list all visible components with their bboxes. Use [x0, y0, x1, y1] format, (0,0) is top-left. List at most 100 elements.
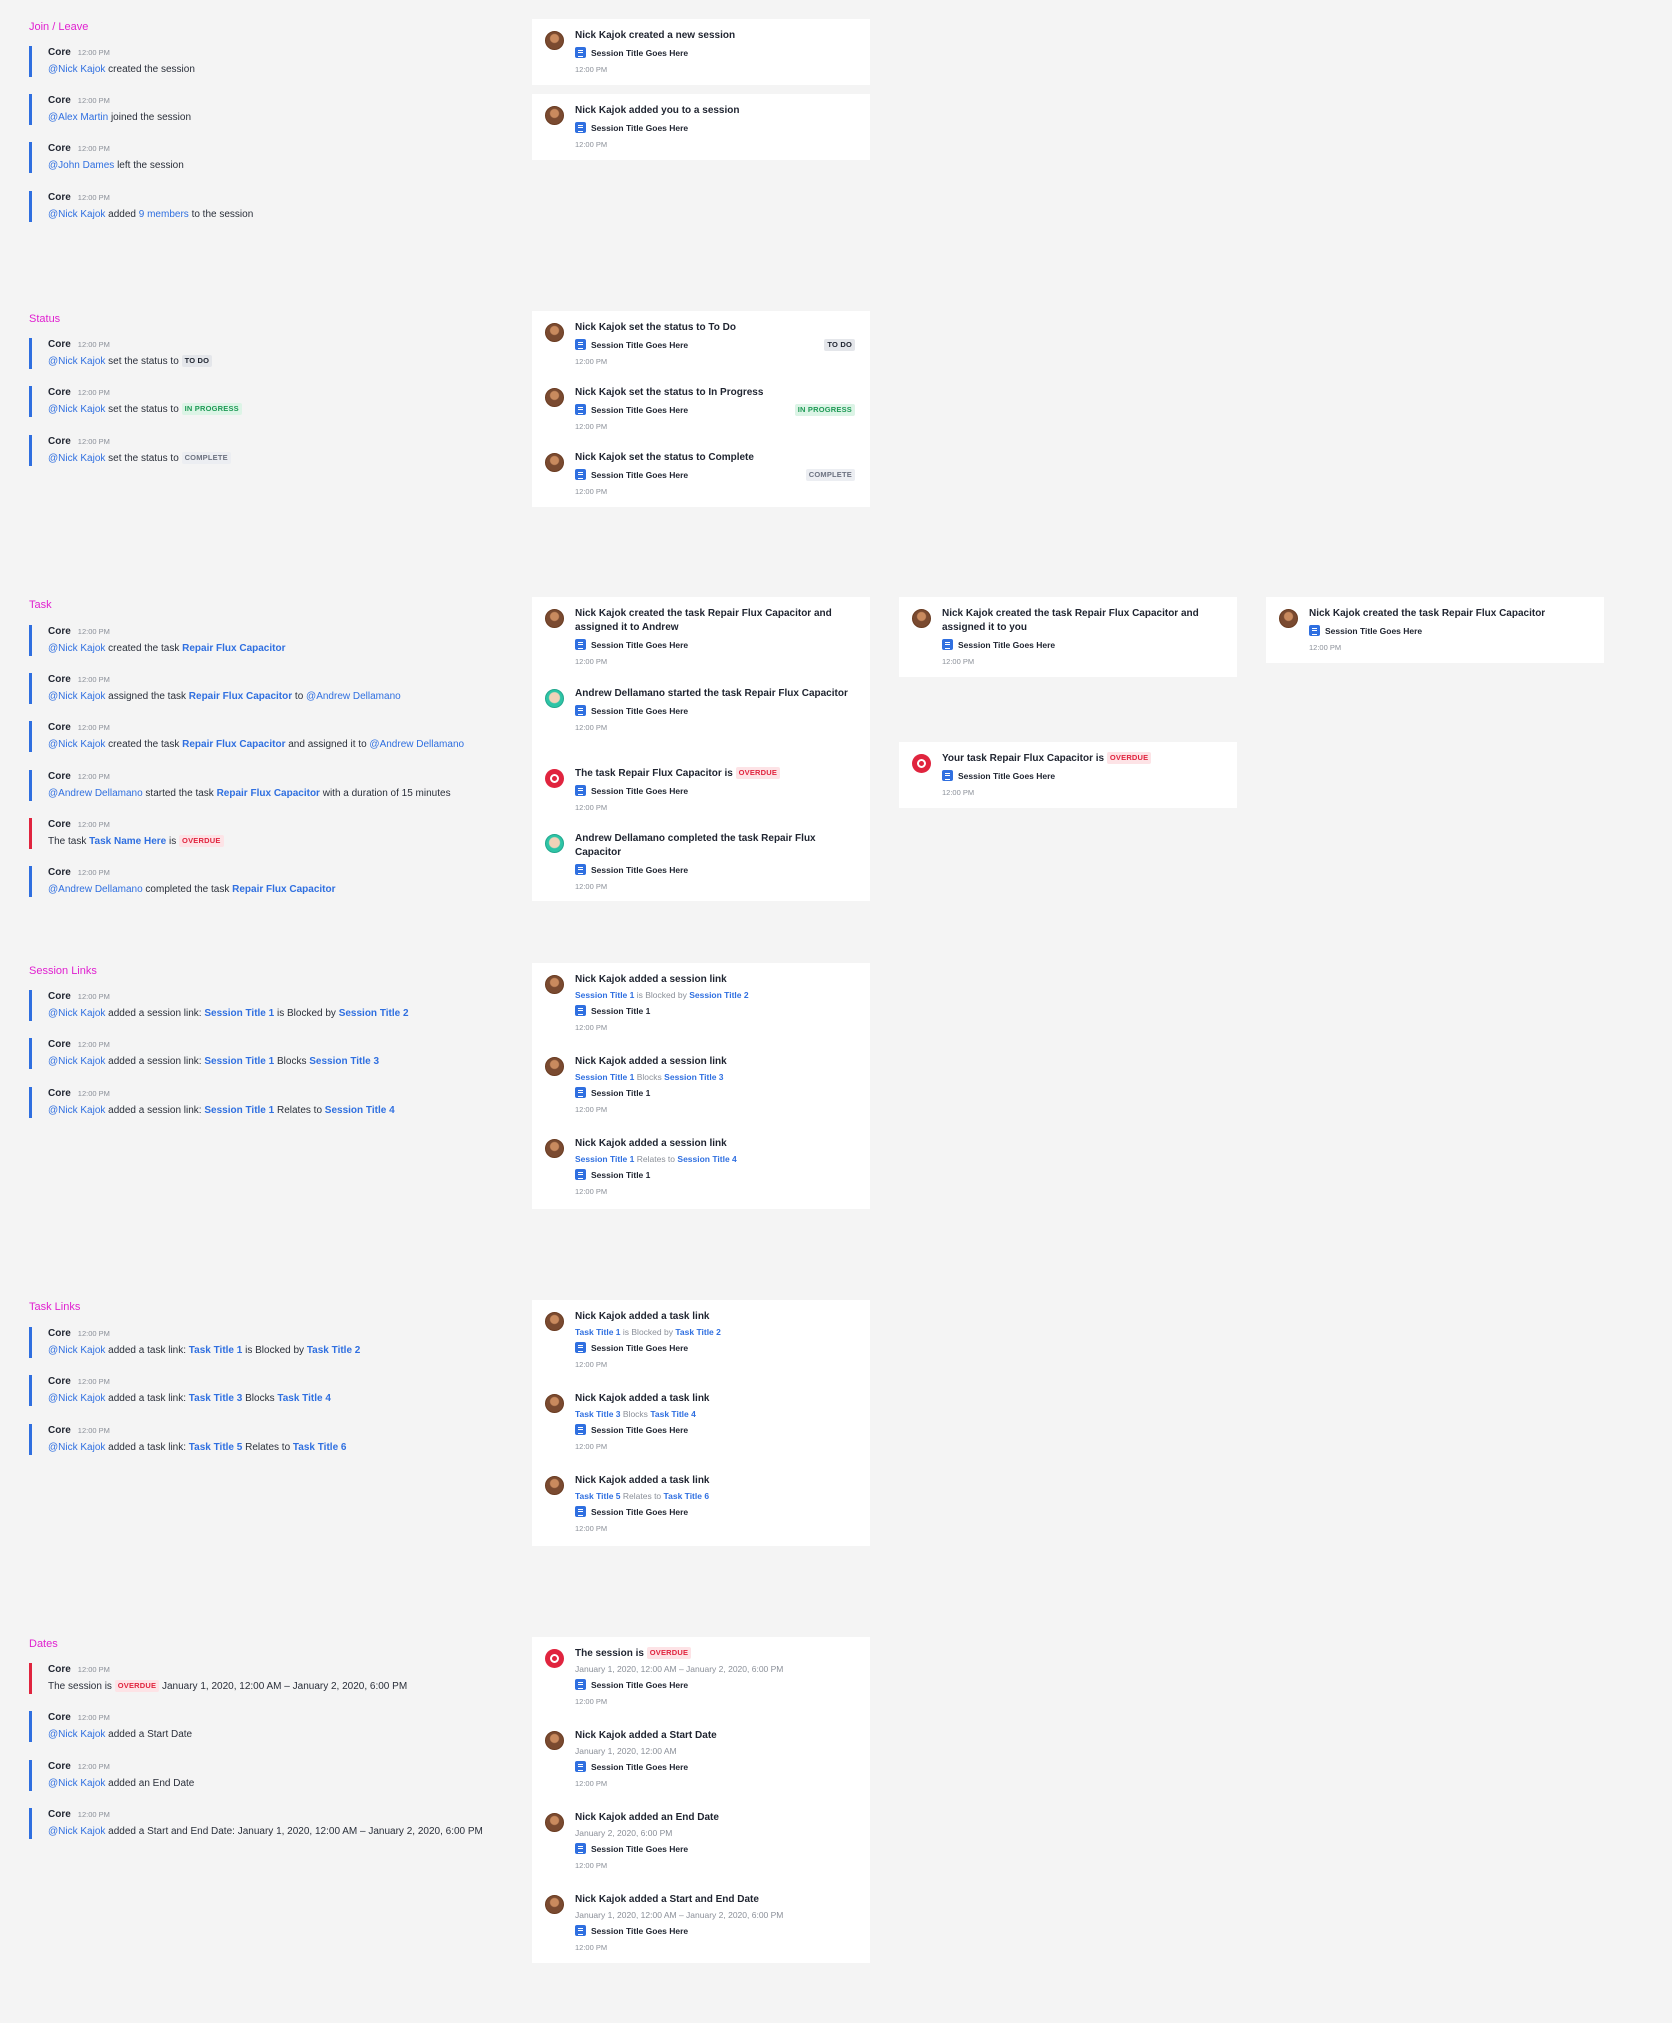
notification-card[interactable]: Nick Kajok added a session link Session … [532, 963, 870, 1209]
session-link[interactable]: Session Title 1 [575, 1154, 634, 1164]
task-link[interactable]: Repair Flux Capacitor [217, 788, 320, 799]
session-ref[interactable]: Session Title Goes Here [575, 785, 855, 797]
notification-card[interactable]: Nick Kajok created the task Repair Flux … [899, 597, 1237, 677]
notification-card[interactable]: Your task Repair Flux Capacitor is OVERD… [899, 742, 1237, 808]
task-link[interactable]: Task Title 4 [277, 1393, 331, 1404]
session-link[interactable]: Session Title 1 [575, 990, 634, 1000]
notification[interactable]: Nick Kajok created the task Repair Flux … [912, 607, 1222, 667]
task-link[interactable]: Task Title 3 [189, 1393, 243, 1404]
task-link[interactable]: Task Title 1 [575, 1327, 621, 1337]
session-ref[interactable]: Session Title Goes Here COMPLETE [575, 469, 855, 481]
session-ref[interactable]: Session Title Goes Here [575, 1761, 855, 1773]
notification[interactable]: Nick Kajok created the task Repair Flux … [545, 607, 855, 667]
session-ref[interactable]: Session Title Goes Here IN PROGRESS [575, 404, 855, 416]
mention[interactable]: @Andrew Dellamano [306, 691, 401, 702]
notification-card[interactable]: Nick Kajok created the task Repair Flux … [1266, 597, 1604, 663]
session-ref[interactable]: Session Title Goes Here [575, 639, 855, 651]
mention[interactable]: @Nick Kajok [48, 209, 105, 220]
notification-card[interactable]: Nick Kajok added you to a session Sessio… [532, 94, 870, 160]
session-link[interactable]: Session Title 1 [204, 1056, 274, 1067]
mention[interactable]: @Nick Kajok [48, 1442, 105, 1453]
notification[interactable]: Nick Kajok added a task link Task Title … [545, 1310, 855, 1370]
notification-card[interactable]: Nick Kajok created the task Repair Flux … [532, 597, 870, 901]
mention[interactable]: @Nick Kajok [48, 739, 105, 750]
mention[interactable]: @Nick Kajok [48, 691, 105, 702]
task-link[interactable]: Task Title 3 [575, 1409, 621, 1419]
notification[interactable]: Nick Kajok set the status to Complete Se… [545, 451, 855, 497]
session-ref[interactable]: Session Title Goes Here [575, 1342, 855, 1354]
notification[interactable]: The task Repair Flux Capacitor is OVERDU… [545, 767, 855, 813]
session-link[interactable]: Session Title 1 [575, 1072, 634, 1082]
session-ref[interactable]: Session Title Goes Here [575, 1424, 855, 1436]
task-link[interactable]: Task Title 2 [307, 1345, 361, 1356]
session-link[interactable]: Session Title 2 [339, 1008, 409, 1019]
mention[interactable]: @Alex Martin [48, 112, 108, 123]
session-link[interactable]: Session Title 4 [677, 1154, 736, 1164]
session-link[interactable]: Session Title 4 [325, 1105, 395, 1116]
task-link[interactable]: Task Title 2 [675, 1327, 721, 1337]
session-link[interactable]: Session Title 1 [204, 1105, 274, 1116]
notification-card[interactable]: Nick Kajok added a task link Task Title … [532, 1300, 870, 1546]
task-link[interactable]: Repair Flux Capacitor [232, 884, 335, 895]
task-link[interactable]: Task Title 4 [650, 1409, 696, 1419]
session-ref[interactable]: Session Title Goes Here [575, 705, 855, 717]
session-ref[interactable]: Session Title Goes Here [942, 770, 1222, 782]
notification[interactable]: Nick Kajok added a session link Session … [545, 1055, 855, 1115]
notification[interactable]: Your task Repair Flux Capacitor is OVERD… [912, 752, 1222, 798]
session-ref[interactable]: Session Title Goes Here [942, 639, 1222, 651]
session-ref[interactable]: Session Title Goes Here [575, 1843, 855, 1855]
mention[interactable]: @Nick Kajok [48, 453, 105, 464]
task-link[interactable]: Task Title 6 [293, 1442, 347, 1453]
notification[interactable]: Nick Kajok added a task link Task Title … [545, 1474, 855, 1534]
notification[interactable]: Nick Kajok added a Start and End Date Ja… [545, 1893, 855, 1953]
session-link[interactable]: Session Title 3 [309, 1056, 379, 1067]
session-ref[interactable]: Session Title Goes Here [575, 122, 855, 134]
task-link[interactable]: Repair Flux Capacitor [182, 643, 285, 654]
task-link[interactable]: Task Title 5 [189, 1442, 243, 1453]
mention[interactable]: @Nick Kajok [48, 64, 105, 75]
session-ref[interactable]: Session Title Goes Here [575, 864, 855, 876]
mention[interactable]: @Nick Kajok [48, 404, 105, 415]
session-ref[interactable]: Session Title Goes Here [575, 1506, 855, 1518]
session-link[interactable]: Session Title 2 [689, 990, 748, 1000]
mention[interactable]: @Nick Kajok [48, 1105, 105, 1116]
mention[interactable]: @Andrew Dellamano [48, 884, 143, 895]
mention[interactable]: @Nick Kajok [48, 1393, 105, 1404]
mention[interactable]: @John Dames [48, 160, 114, 171]
mention[interactable]: @Nick Kajok [48, 1826, 105, 1837]
task-link[interactable]: Task Title 1 [189, 1345, 243, 1356]
session-ref[interactable]: Session Title Goes Here [575, 1679, 855, 1691]
session-ref[interactable]: Session Title 1 [575, 1005, 855, 1017]
mention[interactable]: @Nick Kajok [48, 356, 105, 367]
mention[interactable]: @Nick Kajok [48, 1008, 105, 1019]
task-link[interactable]: Task Title 6 [664, 1491, 710, 1501]
session-ref[interactable]: Session Title 1 [575, 1087, 855, 1099]
session-ref[interactable]: Session Title Goes Here [575, 47, 855, 59]
notification[interactable]: Nick Kajok added a task link Task Title … [545, 1392, 855, 1452]
session-link[interactable]: Session Title 3 [664, 1072, 723, 1082]
notification[interactable]: Nick Kajok created a new session Session… [545, 29, 855, 75]
task-link[interactable]: Task Title 5 [575, 1491, 621, 1501]
notification[interactable]: Nick Kajok added a session link Session … [545, 973, 855, 1033]
notification[interactable]: Nick Kajok set the status to To Do Sessi… [545, 321, 855, 367]
task-link[interactable]: Task Name Here [89, 836, 166, 847]
notification[interactable]: Nick Kajok created the task Repair Flux … [1279, 607, 1589, 653]
task-link[interactable]: Repair Flux Capacitor [182, 739, 285, 750]
mention[interactable]: @Nick Kajok [48, 1729, 105, 1740]
mention[interactable]: @Nick Kajok [48, 643, 105, 654]
mention[interactable]: @Nick Kajok [48, 1778, 105, 1789]
task-link[interactable]: Repair Flux Capacitor [189, 691, 292, 702]
session-ref[interactable]: Session Title Goes Here TO DO [575, 339, 855, 351]
mention[interactable]: @Nick Kajok [48, 1056, 105, 1067]
notification[interactable]: Andrew Dellamano completed the task Repa… [545, 832, 855, 892]
notification-card[interactable]: Nick Kajok set the status to To Do Sessi… [532, 311, 870, 507]
notification[interactable]: Nick Kajok set the status to In Progress… [545, 386, 855, 432]
session-ref[interactable]: Session Title Goes Here [1309, 625, 1589, 637]
notification[interactable]: Nick Kajok added an End Date January 2, … [545, 1811, 855, 1871]
mention[interactable]: @Andrew Dellamano [369, 739, 464, 750]
session-ref[interactable]: Session Title Goes Here [575, 1925, 855, 1937]
mention[interactable]: @Andrew Dellamano [48, 788, 143, 799]
notification[interactable]: Nick Kajok added you to a session Sessio… [545, 104, 855, 150]
notification-card[interactable]: The session is OVERDUE January 1, 2020, … [532, 1637, 870, 1963]
mention[interactable]: @Nick Kajok [48, 1345, 105, 1356]
